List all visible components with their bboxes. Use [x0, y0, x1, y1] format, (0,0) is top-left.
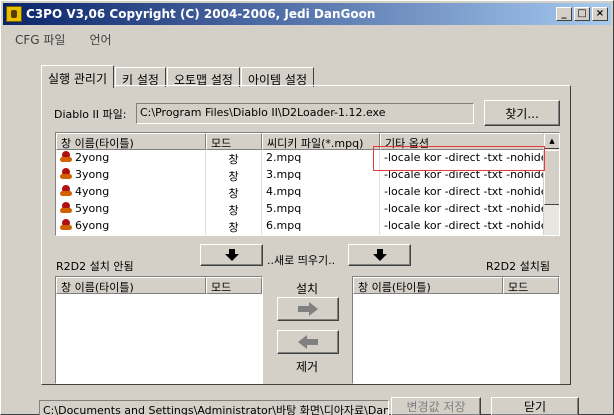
menu-cfg-file[interactable]: CFG 파일 [3, 28, 77, 48]
row-mpq: 5.mpq [262, 201, 380, 218]
table-row[interactable]: 6yong 창 6.mpq -locale kor -direct -txt -noh… [56, 218, 559, 235]
arrow-left-icon [298, 335, 318, 349]
row-mpq-text: 4.mpq [266, 185, 302, 198]
character-icon [60, 168, 72, 180]
row-name-text: 5yong [75, 202, 110, 215]
tab-key-settings[interactable]: 키 설정 [115, 67, 166, 87]
move-down-left-button[interactable] [200, 244, 263, 266]
right-column-window-name[interactable]: 창 이름(타이틀) [353, 277, 503, 294]
row-mpq: 6.mpq [262, 218, 380, 235]
row-name: 3yong [56, 167, 206, 184]
row-mpq-text: 6.mpq [266, 219, 302, 232]
row-mpq-text: 2.mpq [266, 151, 302, 164]
remove-button[interactable] [277, 330, 339, 354]
maximize-button[interactable]: □ [574, 7, 590, 21]
row-mode-text: 창 [228, 187, 239, 200]
tab-launch-manager[interactable]: 실행 관리기 [41, 65, 115, 88]
install-button[interactable] [277, 297, 339, 321]
arrow-down-icon [224, 249, 239, 261]
status-path: C:\Documents and Settings\Administrator\… [39, 400, 389, 415]
refresh-label[interactable]: ..새로 띄우기.. [267, 252, 335, 268]
row-mode: 창 [206, 218, 262, 235]
row-mode: 창 [206, 201, 262, 218]
row-mode: 창 [206, 150, 262, 167]
window-title: C3PO V3,06 Copyright (C) 2004-2006, Jedi… [26, 7, 376, 21]
left-column-mode[interactable]: 모드 [206, 277, 262, 294]
save-changes-button[interactable]: 변경값 저장 [391, 397, 481, 415]
row-options-text: -locale kor -direct -txt -nohide [384, 202, 545, 215]
character-icon [60, 202, 72, 214]
menu-bar: CFG 파일 언어 [3, 28, 611, 48]
row-mode-text: 창 [228, 204, 239, 217]
menu-language[interactable]: 언어 [77, 28, 123, 48]
row-options: -locale kor -direct -txt -nohide [380, 201, 545, 218]
row-mode-text: 창 [228, 153, 239, 166]
character-icon [60, 185, 72, 197]
row-name-text: 4yong [75, 185, 110, 198]
column-mode[interactable]: 모드 [206, 133, 262, 150]
right-column-mode[interactable]: 모드 [503, 277, 559, 294]
row-name-text: 3yong [75, 168, 110, 181]
table-row[interactable]: 5yong 창 5.mpq -locale kor -direct -txt -noh… [56, 201, 559, 218]
row-mpq: 3.mpq [262, 167, 380, 184]
minimize-button[interactable]: _ [556, 7, 572, 21]
row-options: -locale kor -direct -txt -nohide [380, 218, 545, 235]
row-name-text: 2yong [75, 151, 110, 164]
right-list-header: 창 이름(타이틀) 모드 [353, 277, 559, 294]
row-mpq-text: 3.mpq [266, 168, 302, 181]
character-icon [60, 219, 72, 231]
row-mode-text: 창 [228, 170, 239, 183]
move-down-right-button[interactable] [348, 244, 411, 266]
remove-label: 제거 [296, 360, 319, 374]
column-cdkey-file[interactable]: 씨디키 파일(*.mpq) [262, 133, 380, 150]
row-name: 5yong [56, 201, 206, 218]
diablo-file-label: Diablo II 파일: [54, 108, 127, 121]
title-bar[interactable]: C3PO V3,06 Copyright (C) 2004-2006, Jedi… [3, 3, 611, 25]
install-label: 설치 [296, 282, 319, 296]
character-list-scrollbar[interactable]: ▲ [543, 133, 559, 235]
r2d2-not-installed-list[interactable]: 창 이름(타이틀) 모드 [55, 276, 263, 384]
scroll-thumb[interactable] [544, 150, 559, 205]
tab-item-settings[interactable]: 아이템 설정 [240, 67, 314, 87]
arrow-right-icon [298, 302, 318, 316]
table-row[interactable]: 4yong 창 4.mpq -locale kor -direct -txt -noh… [56, 184, 559, 201]
main-window: C3PO V3,06 Copyright (C) 2004-2006, Jedi… [0, 0, 614, 415]
row-options: -locale kor -direct -txt -nohide [380, 184, 545, 201]
browse-button[interactable]: 찾기... [484, 100, 560, 126]
row-mode-text: 창 [228, 221, 239, 234]
close-dialog-button[interactable]: 닫기 [491, 397, 579, 415]
row-name-text: 6yong [75, 219, 110, 232]
left-list-header: 창 이름(타이틀) 모드 [56, 277, 262, 294]
row-mpq-text: 5.mpq [266, 202, 302, 215]
r2d2-installed-label: R2D2 설치됨 [486, 260, 550, 273]
close-button[interactable]: × [592, 7, 608, 21]
scroll-up-icon[interactable]: ▲ [544, 133, 559, 149]
row-name: 4yong [56, 184, 206, 201]
column-window-name[interactable]: 창 이름(타이틀) [56, 133, 206, 150]
tab-automap-settings[interactable]: 오토맵 설정 [166, 67, 240, 87]
diablo-path-field[interactable]: C:\Program Files\Diablo II\D2Loader-1.12… [136, 103, 474, 124]
arrow-down-icon [372, 249, 387, 261]
launch-manager-panel: Diablo II 파일: C:\Program Files\Diablo II… [41, 85, 571, 385]
left-column-window-name[interactable]: 창 이름(타이틀) [56, 277, 206, 294]
app-icon [6, 6, 22, 22]
row-mode: 창 [206, 184, 262, 201]
r2d2-not-installed-label: R2D2 설치 안됨 [56, 260, 134, 273]
character-icon [60, 151, 72, 163]
row-mode: 창 [206, 167, 262, 184]
r2d2-installed-list[interactable]: 창 이름(타이틀) 모드 [352, 276, 560, 384]
row-name: 6yong [56, 218, 206, 235]
row-options-text: -locale kor -direct -txt -nohide [384, 185, 545, 198]
row-mpq: 4.mpq [262, 184, 380, 201]
row-options-text: -locale kor -direct -txt -nohide [384, 219, 545, 232]
highlight-box [373, 146, 545, 171]
row-mpq: 2.mpq [262, 150, 380, 167]
tab-strip: 실행 관리기 키 설정 오토맵 설정 아이템 설정 [41, 65, 315, 88]
row-name: 2yong [56, 150, 206, 167]
